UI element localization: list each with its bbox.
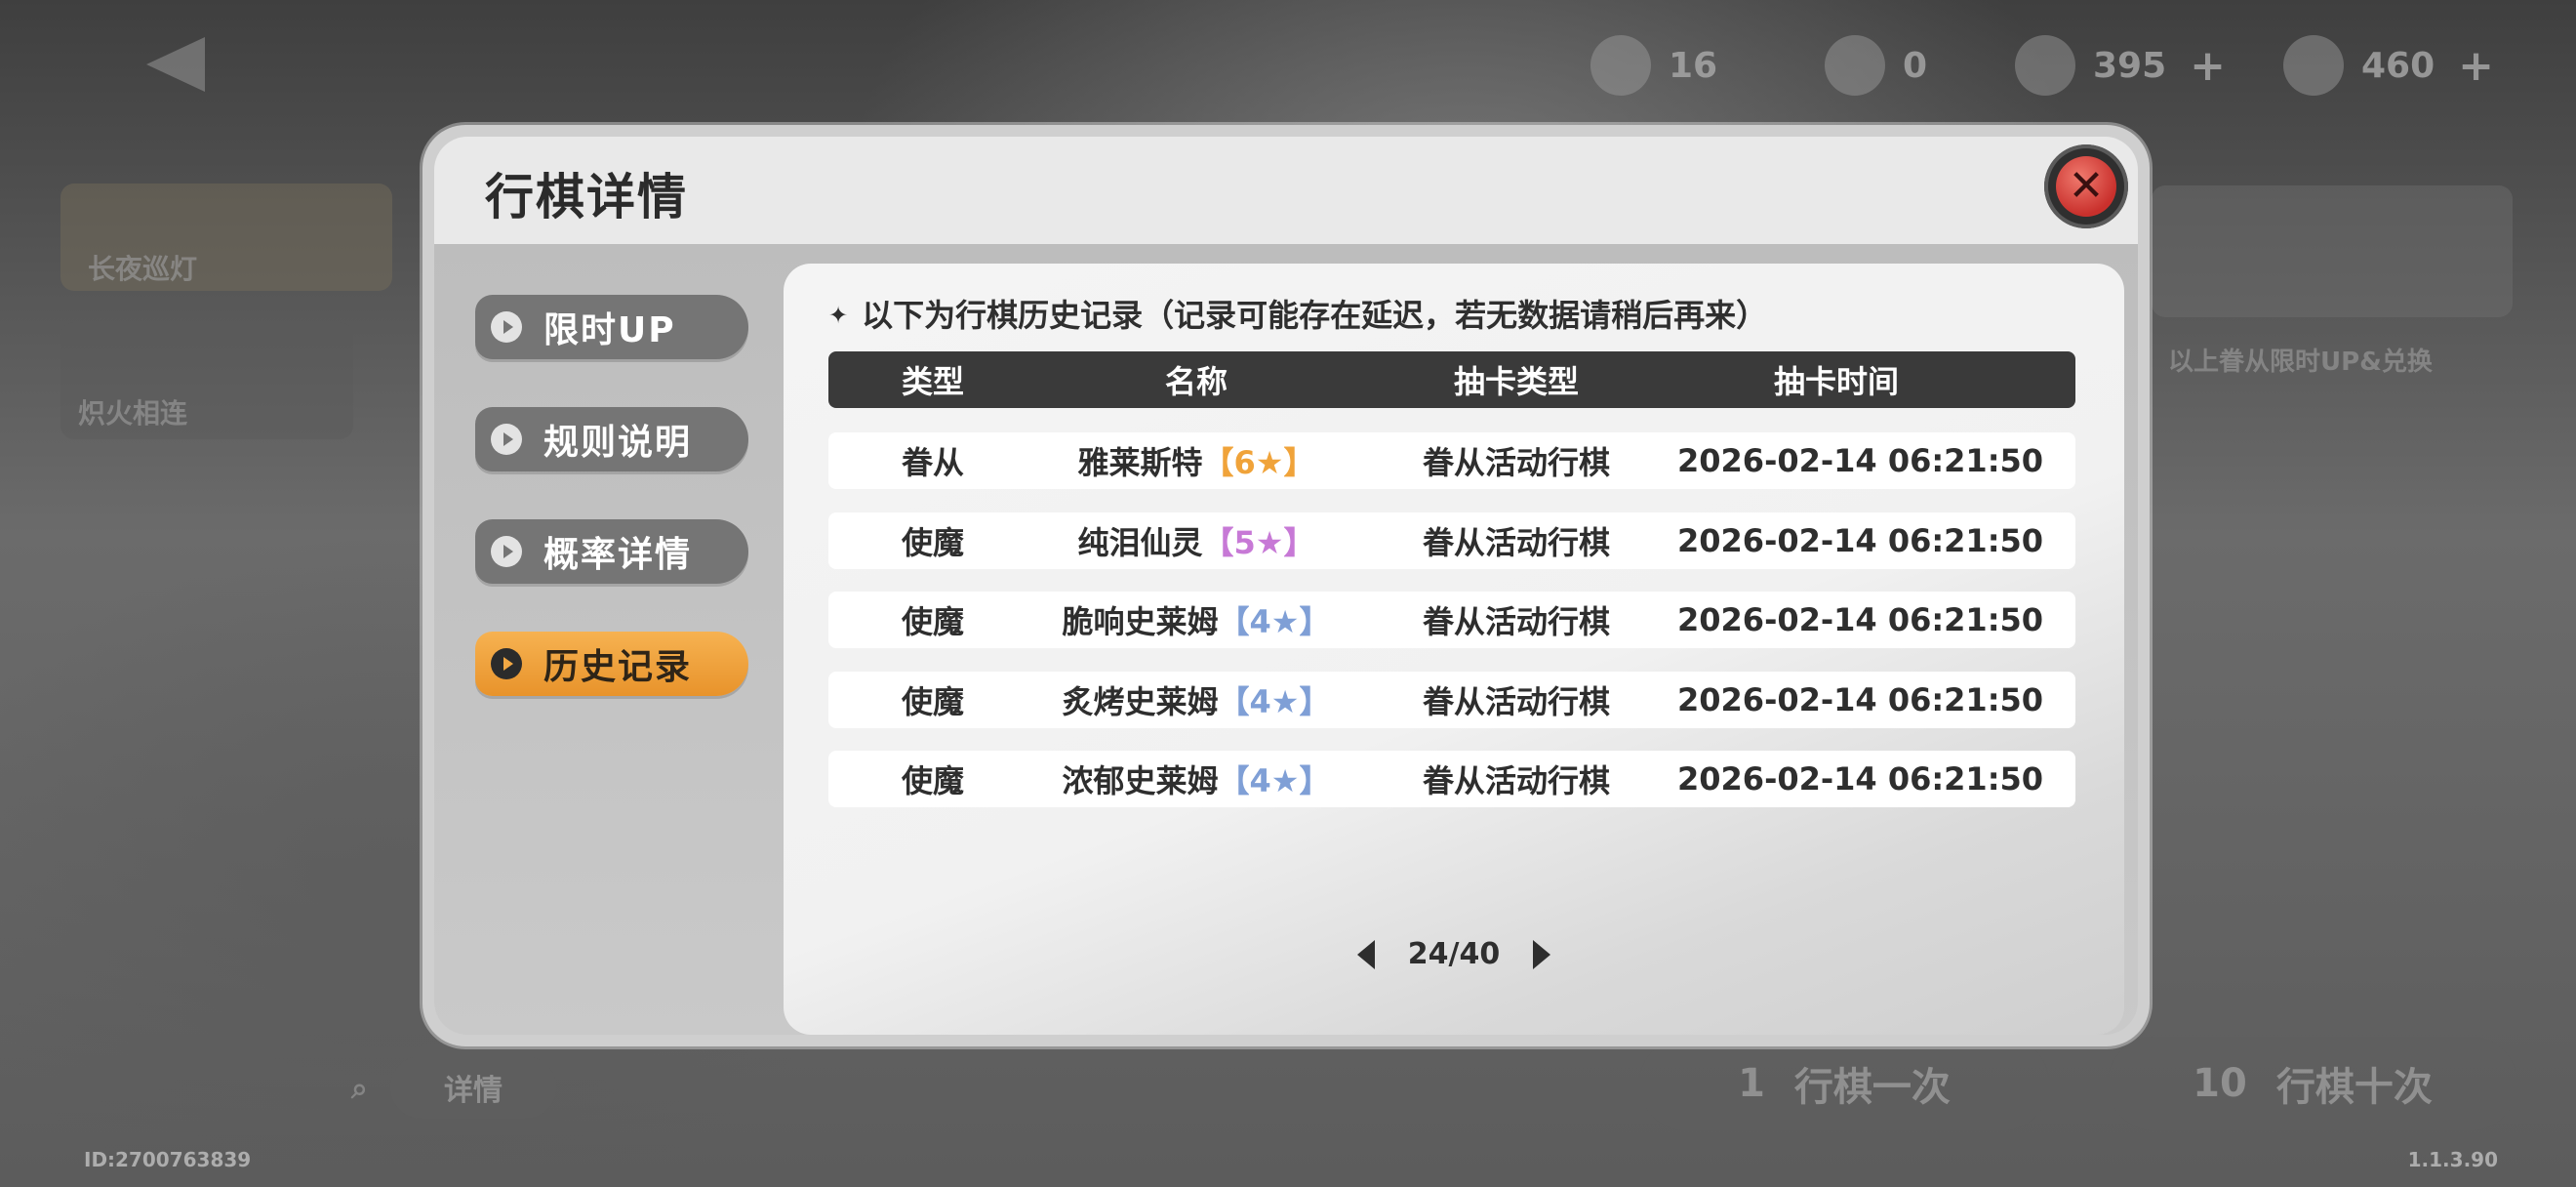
modal-body: 行棋详情 ✕ 限时UP 规则说明 概率详情 历史记录 ✦ 以下为行棋历史记录（记…	[434, 137, 2138, 1035]
cell-type: 眷从	[901, 444, 964, 481]
history-modal: 行棋详情 ✕ 限时UP 规则说明 概率详情 历史记录 ✦ 以下为行棋历史记录（记…	[423, 125, 2150, 1046]
close-icon: ✕	[2056, 156, 2116, 217]
column-header-name: 名称	[1164, 363, 1228, 400]
menu-item-label: 历史记录	[543, 647, 693, 687]
rarity-badge: 【4★】	[1218, 603, 1331, 640]
column-header-draw-time: 抽卡时间	[1773, 363, 1899, 400]
resource-value: 0	[1903, 45, 1928, 86]
sparkle-icon: ✦	[828, 302, 849, 329]
menu-item-history[interactable]: 历史记录	[475, 632, 748, 696]
menu-item-label: 限时UP	[543, 310, 676, 350]
search-icon[interactable]: ⌕	[351, 1072, 368, 1106]
play-icon	[491, 424, 522, 455]
cell-draw-time: 2026-02-14 06:21:50	[1677, 760, 2044, 798]
side-menu: 限时UP 规则说明 概率详情 历史记录	[475, 295, 748, 744]
rarity-badge: 【4★】	[1218, 682, 1331, 720]
draw-cost: 10	[2193, 1061, 2247, 1106]
feather-icon	[1825, 35, 1885, 96]
resource-gem[interactable]: 460 +	[2283, 35, 2494, 96]
column-header-type: 类型	[901, 363, 964, 400]
resource-crystal[interactable]: 395 +	[2015, 35, 2226, 96]
cell-draw-type: 眷从活动行棋	[1422, 762, 1610, 799]
table-header: 类型 名称 抽卡类型 抽卡时间	[828, 351, 2075, 408]
cell-draw-time: 2026-02-14 06:21:50	[1677, 521, 2044, 559]
menu-item-probability[interactable]: 概率详情	[475, 519, 748, 584]
table-row: 使魔 脆响史莱姆【4★】 眷从活动行棋 2026-02-14 06:21:50	[828, 592, 2075, 648]
play-icon	[491, 311, 522, 343]
page-indicator: 24/40	[1407, 937, 1501, 971]
gem-icon	[2283, 35, 2344, 96]
cell-name: 脆响史莱姆【4★】	[1062, 603, 1331, 640]
menu-item-limited-up[interactable]: 限时UP	[475, 295, 748, 359]
history-notice: ✦ 以下为行棋历史记录（记录可能存在延迟，若无数据请稍后再来）	[828, 291, 1767, 336]
history-table: 眷从 雅莱斯特【6★】 眷从活动行棋 2026-02-14 06:21:50 使…	[828, 432, 2075, 831]
featured-note: 以上眷从限时UP&兑换	[2168, 348, 2433, 377]
cell-name: 雅莱斯特【6★】	[1077, 444, 1315, 481]
crystal-icon	[2015, 35, 2075, 96]
cell-type: 使魔	[901, 603, 964, 640]
add-icon[interactable]: +	[2458, 41, 2494, 91]
cell-name: 纯泪仙灵【5★】	[1077, 523, 1315, 561]
cell-draw-time: 2026-02-14 06:21:50	[1677, 680, 2044, 718]
prev-page-icon[interactable]	[1356, 939, 1375, 969]
resource-feather: 0	[1825, 35, 1927, 96]
close-button[interactable]: ✕	[2044, 144, 2128, 228]
rarity-badge: 【6★】	[1202, 444, 1315, 481]
table-row: 眷从 雅莱斯特【6★】 眷从活动行棋 2026-02-14 06:21:50	[828, 432, 2075, 489]
cell-draw-time: 2026-02-14 06:21:50	[1677, 442, 2044, 479]
play-icon	[491, 536, 522, 567]
play-icon	[491, 648, 522, 679]
resource-value: 395	[2093, 45, 2167, 86]
resource-value: 460	[2361, 45, 2435, 86]
draw-cost: 1	[1738, 1061, 1765, 1106]
draw-label: 行棋一次	[1793, 1065, 1951, 1110]
resource-seal: 16	[1590, 35, 1717, 96]
cell-name: 炙烤史莱姆【4★】	[1062, 682, 1331, 720]
column-header-draw-type: 抽卡类型	[1453, 363, 1579, 400]
draw-label: 行棋十次	[2275, 1065, 2433, 1110]
modal-title: 行棋详情	[485, 169, 688, 225]
table-row: 使魔 纯泪仙灵【5★】 眷从活动行棋 2026-02-14 06:21:50	[828, 512, 2075, 569]
table-row: 使魔 炙烤史莱姆【4★】 眷从活动行棋 2026-02-14 06:21:50	[828, 671, 2075, 728]
draw-once-button[interactable]: 1 行棋一次	[1639, 1037, 2049, 1130]
version-label: 1.1.3.90	[2407, 1148, 2498, 1171]
add-icon[interactable]: +	[2190, 41, 2226, 91]
user-id: ID:2700763839	[84, 1148, 252, 1171]
next-page-icon[interactable]	[1533, 939, 1551, 969]
menu-item-label: 概率详情	[543, 535, 693, 575]
pagination: 24/40	[784, 937, 2124, 971]
menu-item-rules[interactable]: 规则说明	[475, 407, 748, 471]
table-row: 使魔 浓郁史莱姆【4★】 眷从活动行棋 2026-02-14 06:21:50	[828, 751, 2075, 807]
seal-icon	[1590, 35, 1651, 96]
cell-type: 使魔	[901, 523, 964, 561]
cell-name: 浓郁史莱姆【4★】	[1062, 762, 1331, 799]
cell-draw-type: 眷从活动行棋	[1422, 603, 1610, 640]
cell-draw-type: 眷从活动行棋	[1422, 682, 1610, 720]
menu-item-label: 规则说明	[543, 423, 693, 463]
notice-text: 以下为行棋历史记录（记录可能存在延迟，若无数据请稍后再来）	[862, 297, 1768, 334]
back-arrow-icon[interactable]	[146, 37, 205, 92]
draw-ten-button[interactable]: 10 行棋十次	[2108, 1037, 2517, 1130]
details-button[interactable]: 详情	[390, 1056, 556, 1119]
cell-type: 使魔	[901, 682, 964, 720]
rarity-badge: 【5★】	[1202, 523, 1315, 561]
character-portraits	[2152, 185, 2513, 317]
rarity-badge: 【4★】	[1218, 762, 1331, 799]
history-panel: ✦ 以下为行棋历史记录（记录可能存在延迟，若无数据请稍后再来） 类型 名称 抽卡类…	[784, 264, 2124, 1035]
cell-draw-type: 眷从活动行棋	[1422, 444, 1610, 481]
banner-tab-label: 炽火相连	[78, 397, 188, 430]
banner-tab-label: 长夜巡灯	[88, 253, 198, 285]
resource-value: 16	[1669, 45, 1718, 86]
cell-type: 使魔	[901, 762, 964, 799]
cell-draw-type: 眷从活动行棋	[1422, 523, 1610, 561]
cell-draw-time: 2026-02-14 06:21:50	[1677, 601, 2044, 638]
